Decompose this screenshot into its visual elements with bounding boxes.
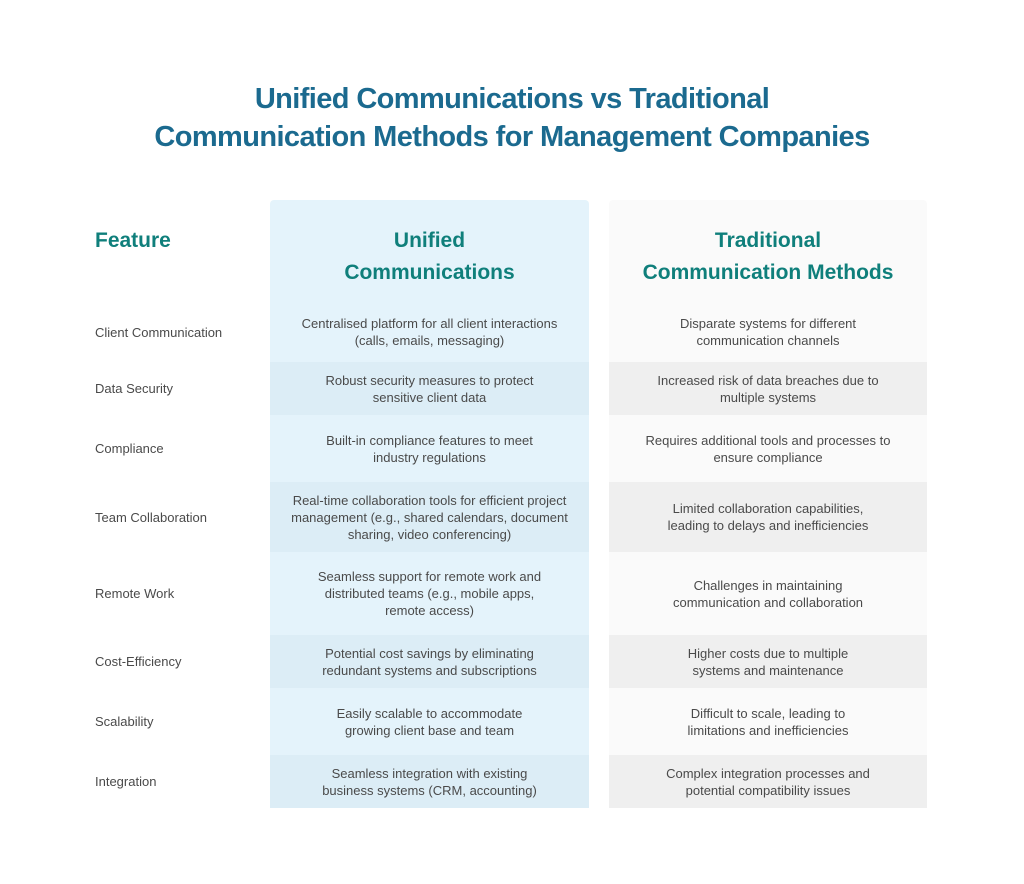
traditional-header-line-2: Communication Methods <box>642 261 894 284</box>
unified-cell-text: Seamless integration with existing busin… <box>322 765 537 798</box>
traditional-cell: Difficult to scale, leading to limitatio… <box>609 688 927 755</box>
table-row: Data Security Robust security measures t… <box>0 362 1024 415</box>
traditional-cell: Challenges in maintaining communication … <box>609 552 927 635</box>
unified-cell: Potential cost savings by eliminating re… <box>270 635 589 688</box>
table-row: Integration Seamless integration with ex… <box>0 755 1024 808</box>
unified-cell: Seamless integration with existing busin… <box>270 755 589 808</box>
table-row: Client Communication Centralised platfor… <box>0 302 1024 362</box>
table-row: Scalability Easily scalable to accommoda… <box>0 688 1024 755</box>
traditional-cell-text: Increased risk of data breaches due to m… <box>657 372 879 405</box>
unified-cell-text: Built-in compliance features to meet ind… <box>326 432 533 465</box>
unified-cell-text: Easily scalable to accommodate growing c… <box>336 705 523 738</box>
unified-cell-text: Centralised platform for all client inte… <box>301 316 558 348</box>
traditional-cell-text: Challenges in maintaining communication … <box>672 577 864 610</box>
unified-cell: Easily scalable to accommodate growing c… <box>270 688 589 755</box>
table-row: Cost-Efficiency Potential cost savings b… <box>0 635 1024 688</box>
title-line-1: Unified Communications vs Traditional <box>254 83 770 115</box>
unified-cell: Robust security measures to protect sens… <box>270 362 589 415</box>
traditional-cell-text: Requires additional tools and processes … <box>645 432 891 465</box>
traditional-header-line-1: Traditional <box>714 229 822 252</box>
traditional-cell-text: Complex integration processes and potent… <box>666 765 870 798</box>
feature-cell: Integration <box>95 774 157 789</box>
traditional-column-header: Traditional Communication Methods <box>609 225 927 289</box>
page-title: Unified Communications vs Traditional Co… <box>0 80 1024 156</box>
traditional-cell: Limited collaboration capabilities, lead… <box>609 482 927 552</box>
feature-cell: Scalability <box>95 714 154 729</box>
table-row: Team Collaboration Real-time collaborati… <box>0 482 1024 552</box>
feature-cell: Remote Work <box>95 586 175 601</box>
unified-header-line-1: Unified <box>393 229 466 252</box>
feature-cell: Cost-Efficiency <box>95 654 182 669</box>
traditional-cell: Increased risk of data breaches due to m… <box>609 362 927 415</box>
traditional-cell: Requires additional tools and processes … <box>609 415 927 482</box>
unified-cell-text: Real-time collaboration tools for effici… <box>291 492 568 542</box>
feature-cell: Compliance <box>95 441 164 456</box>
traditional-cell: Higher costs due to multiple systems and… <box>609 635 927 688</box>
unified-cell-text: Potential cost savings by eliminating re… <box>322 645 537 678</box>
feature-column-header: Feature <box>95 229 171 252</box>
feature-cell: Team Collaboration <box>95 509 208 525</box>
table-row: Compliance Built-in compliance features … <box>0 415 1024 482</box>
unified-column-header: Unified Communications <box>270 225 589 289</box>
traditional-cell: Disparate systems for different communic… <box>609 302 927 362</box>
unified-cell: Built-in compliance features to meet ind… <box>270 415 589 482</box>
feature-cell: Data Security <box>95 381 174 396</box>
unified-cell: Real-time collaboration tools for effici… <box>270 482 589 552</box>
unified-cell-text: Seamless support for remote work and dis… <box>317 569 542 618</box>
table-row: Remote Work Seamless support for remote … <box>0 552 1024 635</box>
unified-cell: Centralised platform for all client inte… <box>270 302 589 362</box>
traditional-cell-text: Higher costs due to multiple systems and… <box>687 645 849 678</box>
traditional-cell-text: Disparate systems for different communic… <box>679 316 857 348</box>
unified-cell: Seamless support for remote work and dis… <box>270 552 589 635</box>
traditional-cell-text: Difficult to scale, leading to limitatio… <box>687 705 849 738</box>
unified-cell-text: Robust security measures to protect sens… <box>325 372 534 405</box>
unified-header-line-2: Communications <box>344 261 515 284</box>
title-line-2: Communication Methods for Management Com… <box>154 121 870 153</box>
traditional-cell-text: Limited collaboration capabilities, lead… <box>667 501 869 533</box>
traditional-cell: Complex integration processes and potent… <box>609 755 927 808</box>
feature-cell: Client Communication <box>95 324 223 340</box>
